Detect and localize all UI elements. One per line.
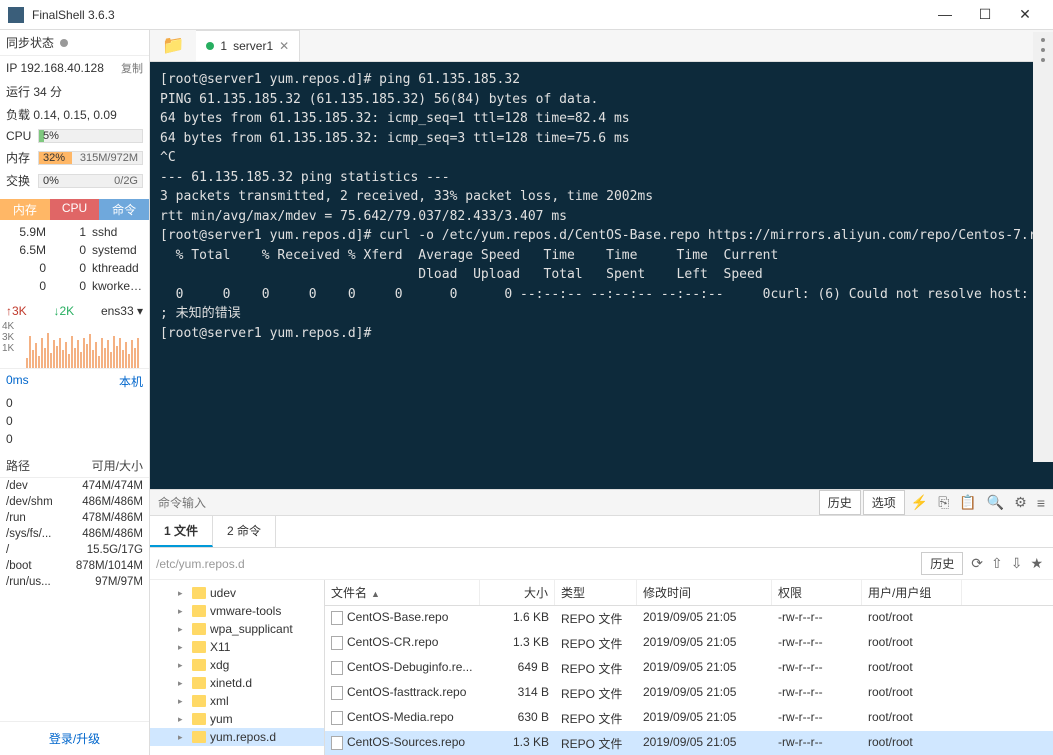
cpu-bar: 5% <box>38 129 143 143</box>
tree-item[interactable]: ▸yum.repos.d <box>150 728 324 746</box>
maximize-button[interactable]: ☐ <box>973 6 997 23</box>
paste-icon[interactable]: 📋 <box>955 491 980 514</box>
file-icon <box>331 661 343 675</box>
filesystem-row[interactable]: /dev/shm486M/486M <box>0 494 149 510</box>
folder-icon <box>192 587 206 599</box>
fs-path-header[interactable]: 路径 <box>6 457 92 474</box>
copy-icon[interactable]: ⎘ <box>934 491 953 514</box>
sync-status-dot <box>60 39 68 47</box>
load-average: 负载 0.14, 0.15, 0.09 <box>0 103 149 126</box>
session-tab[interactable]: 1 server1 ✕ <box>196 30 300 61</box>
file-icon <box>331 611 343 625</box>
tree-item[interactable]: ▸xinetd.d <box>150 674 324 692</box>
close-button[interactable]: ✕ <box>1013 6 1037 23</box>
folder-icon <box>192 731 206 743</box>
tree-item[interactable]: ▸xml <box>150 692 324 710</box>
search-icon[interactable]: 🔍 <box>983 491 1008 514</box>
file-row[interactable]: CentOS-Base.repo1.6 KBREPO 文件2019/09/05 … <box>325 606 1053 631</box>
process-row[interactable]: 00kworker/0 <box>0 277 149 295</box>
login-upgrade-link[interactable]: 登录/升级 <box>49 732 100 746</box>
options-button[interactable]: 选项 <box>863 490 905 515</box>
folder-icon <box>192 677 206 689</box>
gear-icon[interactable]: ⚙ <box>1010 491 1031 514</box>
bookmark-icon[interactable]: ★ <box>1026 553 1047 574</box>
app-icon <box>8 7 24 23</box>
swap-bar: 0%0/2G <box>38 174 143 188</box>
filesystem-row[interactable]: /run/us...97M/97M <box>0 574 149 590</box>
interface-select[interactable]: ens33 ▾ <box>101 304 143 318</box>
local-label[interactable]: 本机 <box>119 373 143 390</box>
file-icon <box>331 686 343 700</box>
file-row[interactable]: CentOS-CR.repo1.3 KBREPO 文件2019/09/05 21… <box>325 631 1053 656</box>
tree-item[interactable]: ▸xdg <box>150 656 324 674</box>
download-icon[interactable]: ⇩ <box>1007 553 1027 574</box>
file-row[interactable]: CentOS-Media.repo630 BREPO 文件2019/09/05 … <box>325 706 1053 731</box>
path-history-button[interactable]: 历史 <box>921 552 963 575</box>
ip-address: IP 192.168.40.128 <box>6 61 104 75</box>
process-table-header: 内存 CPU 命令 <box>0 196 149 223</box>
tree-item[interactable]: ▸X11 <box>150 638 324 656</box>
upload-icon[interactable]: ⇧ <box>987 553 1007 574</box>
process-row[interactable]: 6.5M0systemd <box>0 241 149 259</box>
refresh-icon[interactable]: ⟳ <box>967 553 987 574</box>
command-input[interactable] <box>150 492 815 514</box>
filesystem-row[interactable]: /run478M/486M <box>0 510 149 526</box>
file-row[interactable]: CentOS-Debuginfo.re...649 BREPO 文件2019/0… <box>325 656 1053 681</box>
tree-item[interactable]: ▸wpa_supplicant <box>150 620 324 638</box>
file-list-header: 文件名▲ 大小 类型 修改时间 权限 用户/用户组 <box>325 580 1053 606</box>
tree-item[interactable]: ▸vmware-tools <box>150 602 324 620</box>
file-row[interactable]: CentOS-fasttrack.repo314 BREPO 文件2019/09… <box>325 681 1053 706</box>
titlebar: FinalShell 3.6.3 — ☐ ✕ <box>0 0 1053 30</box>
folder-icon <box>192 713 206 725</box>
folder-tree: ▸udev▸vmware-tools▸wpa_supplicant▸X11▸xd… <box>150 580 325 755</box>
current-path[interactable]: /etc/yum.repos.d <box>156 557 921 571</box>
copy-ip-button[interactable]: 复制 <box>121 60 143 76</box>
folder-icon[interactable]: 📁 <box>150 35 196 56</box>
uptime: 运行 34 分 <box>0 80 149 103</box>
file-icon <box>331 711 343 725</box>
sidebar: 同步状态 IP 192.168.40.128 复制 运行 34 分 负载 0.1… <box>0 30 150 755</box>
download-rate: ↓2K <box>53 304 74 318</box>
fs-size-header[interactable]: 可用/大小 <box>92 457 143 474</box>
right-vertical-toolbar[interactable] <box>1033 32 1053 462</box>
latency-ms: 0ms <box>6 373 29 390</box>
folder-icon <box>192 641 206 653</box>
connection-status-dot <box>206 42 214 50</box>
history-button[interactable]: 历史 <box>819 490 861 515</box>
file-icon <box>331 636 343 650</box>
mem-label: 内存 <box>6 149 34 166</box>
process-row[interactable]: 00kthreadd <box>0 259 149 277</box>
minimize-button[interactable]: — <box>933 6 957 23</box>
commands-tab[interactable]: 2 命令 <box>213 516 276 547</box>
tab-index: 1 <box>220 39 227 53</box>
filesystem-row[interactable]: /boot878M/1014M <box>0 558 149 574</box>
files-tab[interactable]: 1 文件 <box>150 516 213 547</box>
filesystem-row[interactable]: /15.5G/17G <box>0 542 149 558</box>
sync-label: 同步状态 <box>6 34 54 51</box>
filesystem-row[interactable]: /sys/fs/...486M/486M <box>0 526 149 542</box>
mem-bar: 32%315M/972M <box>38 151 143 165</box>
folder-icon <box>192 623 206 635</box>
tab-close-icon[interactable]: ✕ <box>279 39 289 53</box>
folder-icon <box>192 695 206 707</box>
window-title: FinalShell 3.6.3 <box>32 8 925 22</box>
tree-item[interactable]: ▸yum <box>150 710 324 728</box>
bolt-icon[interactable]: ⚡ <box>907 491 932 514</box>
folder-icon <box>192 605 206 617</box>
cpu-label: CPU <box>6 129 34 143</box>
tree-item[interactable]: ▸udev <box>150 584 324 602</box>
upload-rate: ↑3K <box>6 304 27 318</box>
network-chart: 4K3K1K <box>0 321 149 369</box>
tab-name: server1 <box>233 39 273 53</box>
swap-label: 交换 <box>6 172 34 189</box>
menu-icon[interactable]: ≡ <box>1033 492 1049 514</box>
process-row[interactable]: 5.9M1sshd <box>0 223 149 241</box>
terminal[interactable]: [root@server1 yum.repos.d]# ping 61.135.… <box>150 62 1053 489</box>
folder-icon <box>192 659 206 671</box>
file-row[interactable]: CentOS-Sources.repo1.3 KBREPO 文件2019/09/… <box>325 731 1053 755</box>
file-icon <box>331 736 343 750</box>
filesystem-row[interactable]: /dev474M/474M <box>0 478 149 494</box>
